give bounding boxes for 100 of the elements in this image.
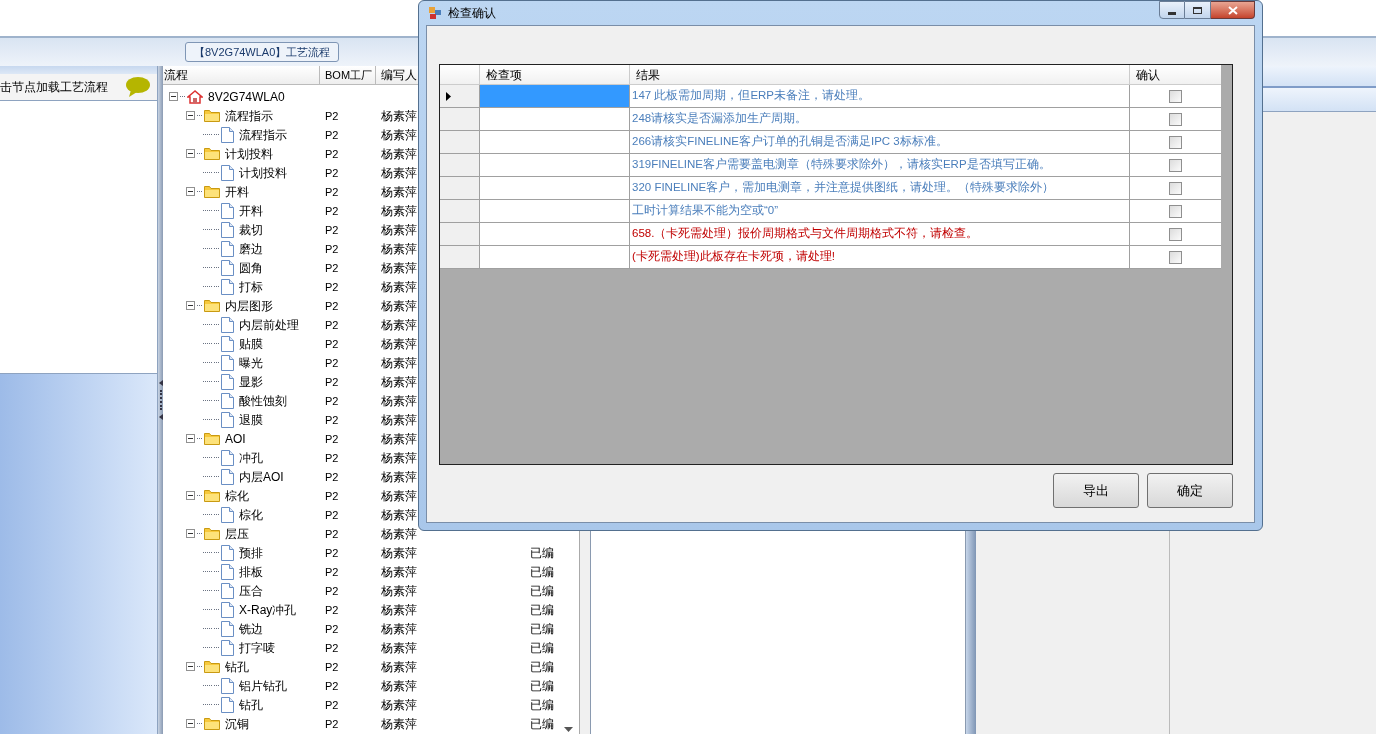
author-cell: 杨素萍 (381, 279, 417, 294)
collapse-icon[interactable] (186, 111, 195, 120)
collapse-icon[interactable] (169, 92, 178, 101)
tree-node-label[interactable]: 8V2G74WLA0 (208, 87, 285, 106)
column-header[interactable]: 检查项 (480, 65, 630, 84)
tree-node-label[interactable]: 铣边 (239, 619, 263, 638)
collapse-icon[interactable] (186, 149, 195, 158)
tree-node-label[interactable]: 打字唛 (239, 638, 275, 657)
column-header[interactable]: 流程 (163, 66, 320, 84)
grid-row[interactable]: 工时计算结果不能为空或“0” (440, 200, 1221, 223)
author-cell: 杨素萍 (381, 488, 417, 503)
bom-factory-cell: P2 (325, 622, 339, 635)
tree-node-label[interactable]: 圆角 (239, 258, 263, 277)
tree-node-label[interactable]: 内层前处理 (239, 315, 299, 334)
bom-factory-cell: P2 (325, 508, 339, 521)
author-cell: 杨素萍 (381, 165, 417, 180)
bom-factory-cell: P2 (325, 584, 339, 597)
document-icon (221, 221, 234, 238)
collapse-icon[interactable] (186, 719, 195, 728)
scroll-down-icon[interactable] (564, 727, 573, 732)
author-cell: 杨素萍 (381, 412, 417, 427)
tree-node-label[interactable]: 开料 (225, 182, 249, 201)
confirm-checkbox[interactable] (1168, 204, 1182, 218)
document-icon (221, 278, 234, 295)
tree-node-label[interactable]: 棕化 (239, 505, 263, 524)
grid-row[interactable]: 319FINELINE客户需要盖电测章（特殊要求除外），请核实ERP是否填写正确。 (440, 154, 1221, 177)
tree-node-label[interactable]: 开料 (239, 201, 263, 220)
tree-node-label[interactable]: 内层图形 (225, 296, 273, 315)
tree-node-label[interactable]: 铝片钻孔 (239, 676, 287, 695)
maximize-button[interactable] (1185, 1, 1211, 19)
grid-row[interactable]: 320 FINELINE客户，需加电测章，并注意提供图纸，请处理。（特殊要求除外） (440, 177, 1221, 200)
collapse-icon[interactable] (186, 491, 195, 500)
confirm-checkbox[interactable] (1168, 89, 1182, 103)
collapse-icon[interactable] (186, 529, 195, 538)
document-icon (221, 335, 234, 352)
tree-node-label[interactable]: 流程指示 (239, 125, 287, 144)
grid-row[interactable]: 266请核实FINELINE客户订单的孔铜是否满足IPC 3标标准。 (440, 131, 1221, 154)
tree-node-label[interactable]: AOI (225, 429, 246, 448)
tree-node-label[interactable]: 曝光 (239, 353, 263, 372)
confirm-checkbox[interactable] (1168, 227, 1182, 241)
confirm-checkbox[interactable] (1168, 250, 1182, 264)
collapse-icon[interactable] (186, 301, 195, 310)
tree-node-label[interactable]: X-Ray冲孔 (239, 600, 297, 619)
grid-row[interactable]: 658.（卡死需处理）报价周期格式与文件周期格式不符，请检查。 (440, 223, 1221, 246)
tree-node-label[interactable]: 贴膜 (239, 334, 263, 353)
status-cell: 已编 (530, 602, 554, 617)
window-title: 检查确认 (448, 5, 496, 22)
collapse-icon[interactable] (186, 434, 195, 443)
document-icon (221, 506, 234, 523)
tree-node-label[interactable]: 退膜 (239, 410, 263, 429)
status-cell: 已编 (530, 697, 554, 712)
grid-row[interactable]: (卡死需处理)此板存在卡死项，请处理! (440, 246, 1221, 269)
tree-node-label[interactable]: 棕化 (225, 486, 249, 505)
close-button[interactable] (1211, 1, 1255, 19)
grid-row[interactable]: 147 此板需加周期，但ERP未备注，请处理。 (440, 85, 1221, 108)
tree-node-label[interactable]: 磨边 (239, 239, 263, 258)
collapse-arrow-icon[interactable] (158, 414, 163, 420)
dialog-button[interactable]: 确定 (1147, 473, 1233, 508)
document-icon (221, 620, 234, 637)
author-cell: 杨素萍 (381, 507, 417, 522)
author-cell: 杨素萍 (381, 431, 417, 446)
tree-node-label[interactable]: 计划投料 (239, 163, 287, 182)
author-cell: 杨素萍 (381, 564, 417, 579)
grid-row[interactable]: 248请核实是否漏添加生产周期。 (440, 108, 1221, 131)
tree-node-label[interactable]: 压合 (239, 581, 263, 600)
selected-cell[interactable] (480, 85, 630, 107)
tree-node-label[interactable]: 预排 (239, 543, 263, 562)
tree-node-label[interactable]: 裁切 (239, 220, 263, 239)
status-cell: 已编 (530, 716, 554, 731)
confirm-checkbox[interactable] (1168, 135, 1182, 149)
tree-node-label[interactable]: 酸性蚀刻 (239, 391, 287, 410)
confirm-checkbox[interactable] (1168, 158, 1182, 172)
tree-node-label[interactable]: 层压 (225, 524, 249, 543)
bom-factory-cell: P2 (325, 318, 339, 331)
dialog-button[interactable]: 导出 (1053, 473, 1139, 508)
row-header[interactable] (440, 85, 480, 107)
tree-node-label[interactable]: 流程指示 (225, 106, 273, 125)
tree-node-label[interactable]: 内层AOI (239, 467, 284, 486)
tree-node-label[interactable]: 钻孔 (239, 695, 263, 714)
tree-node-label[interactable]: 显影 (239, 372, 263, 391)
document-icon (221, 563, 234, 580)
author-cell: 杨素萍 (381, 374, 417, 389)
minimize-button[interactable] (1159, 1, 1185, 19)
tree-node-label[interactable]: 冲孔 (239, 448, 263, 467)
collapse-icon[interactable] (186, 187, 195, 196)
confirm-checkbox[interactable] (1168, 181, 1182, 195)
tree-node-label[interactable]: 计划投料 (225, 144, 273, 163)
collapse-arrow-icon[interactable] (158, 380, 163, 386)
author-cell: 杨素萍 (381, 260, 417, 275)
tree-node-label[interactable]: 打标 (239, 277, 263, 296)
column-header[interactable]: 结果 (630, 65, 1130, 84)
author-cell: 杨素萍 (381, 602, 417, 617)
tree-node-label[interactable]: 钻孔 (225, 657, 249, 676)
confirm-checkbox[interactable] (1168, 112, 1182, 126)
tree-node-label[interactable]: 排板 (239, 562, 263, 581)
tree-node-label[interactable]: 沉铜 (225, 714, 249, 733)
result-text: 319FINELINE客户需要盖电测章（特殊要求除外），请核实ERP是否填写正确。 (632, 157, 1051, 173)
collapse-icon[interactable] (186, 662, 195, 671)
column-header[interactable]: 确认 (1130, 65, 1220, 84)
column-header[interactable]: BOM工厂 (320, 66, 376, 84)
